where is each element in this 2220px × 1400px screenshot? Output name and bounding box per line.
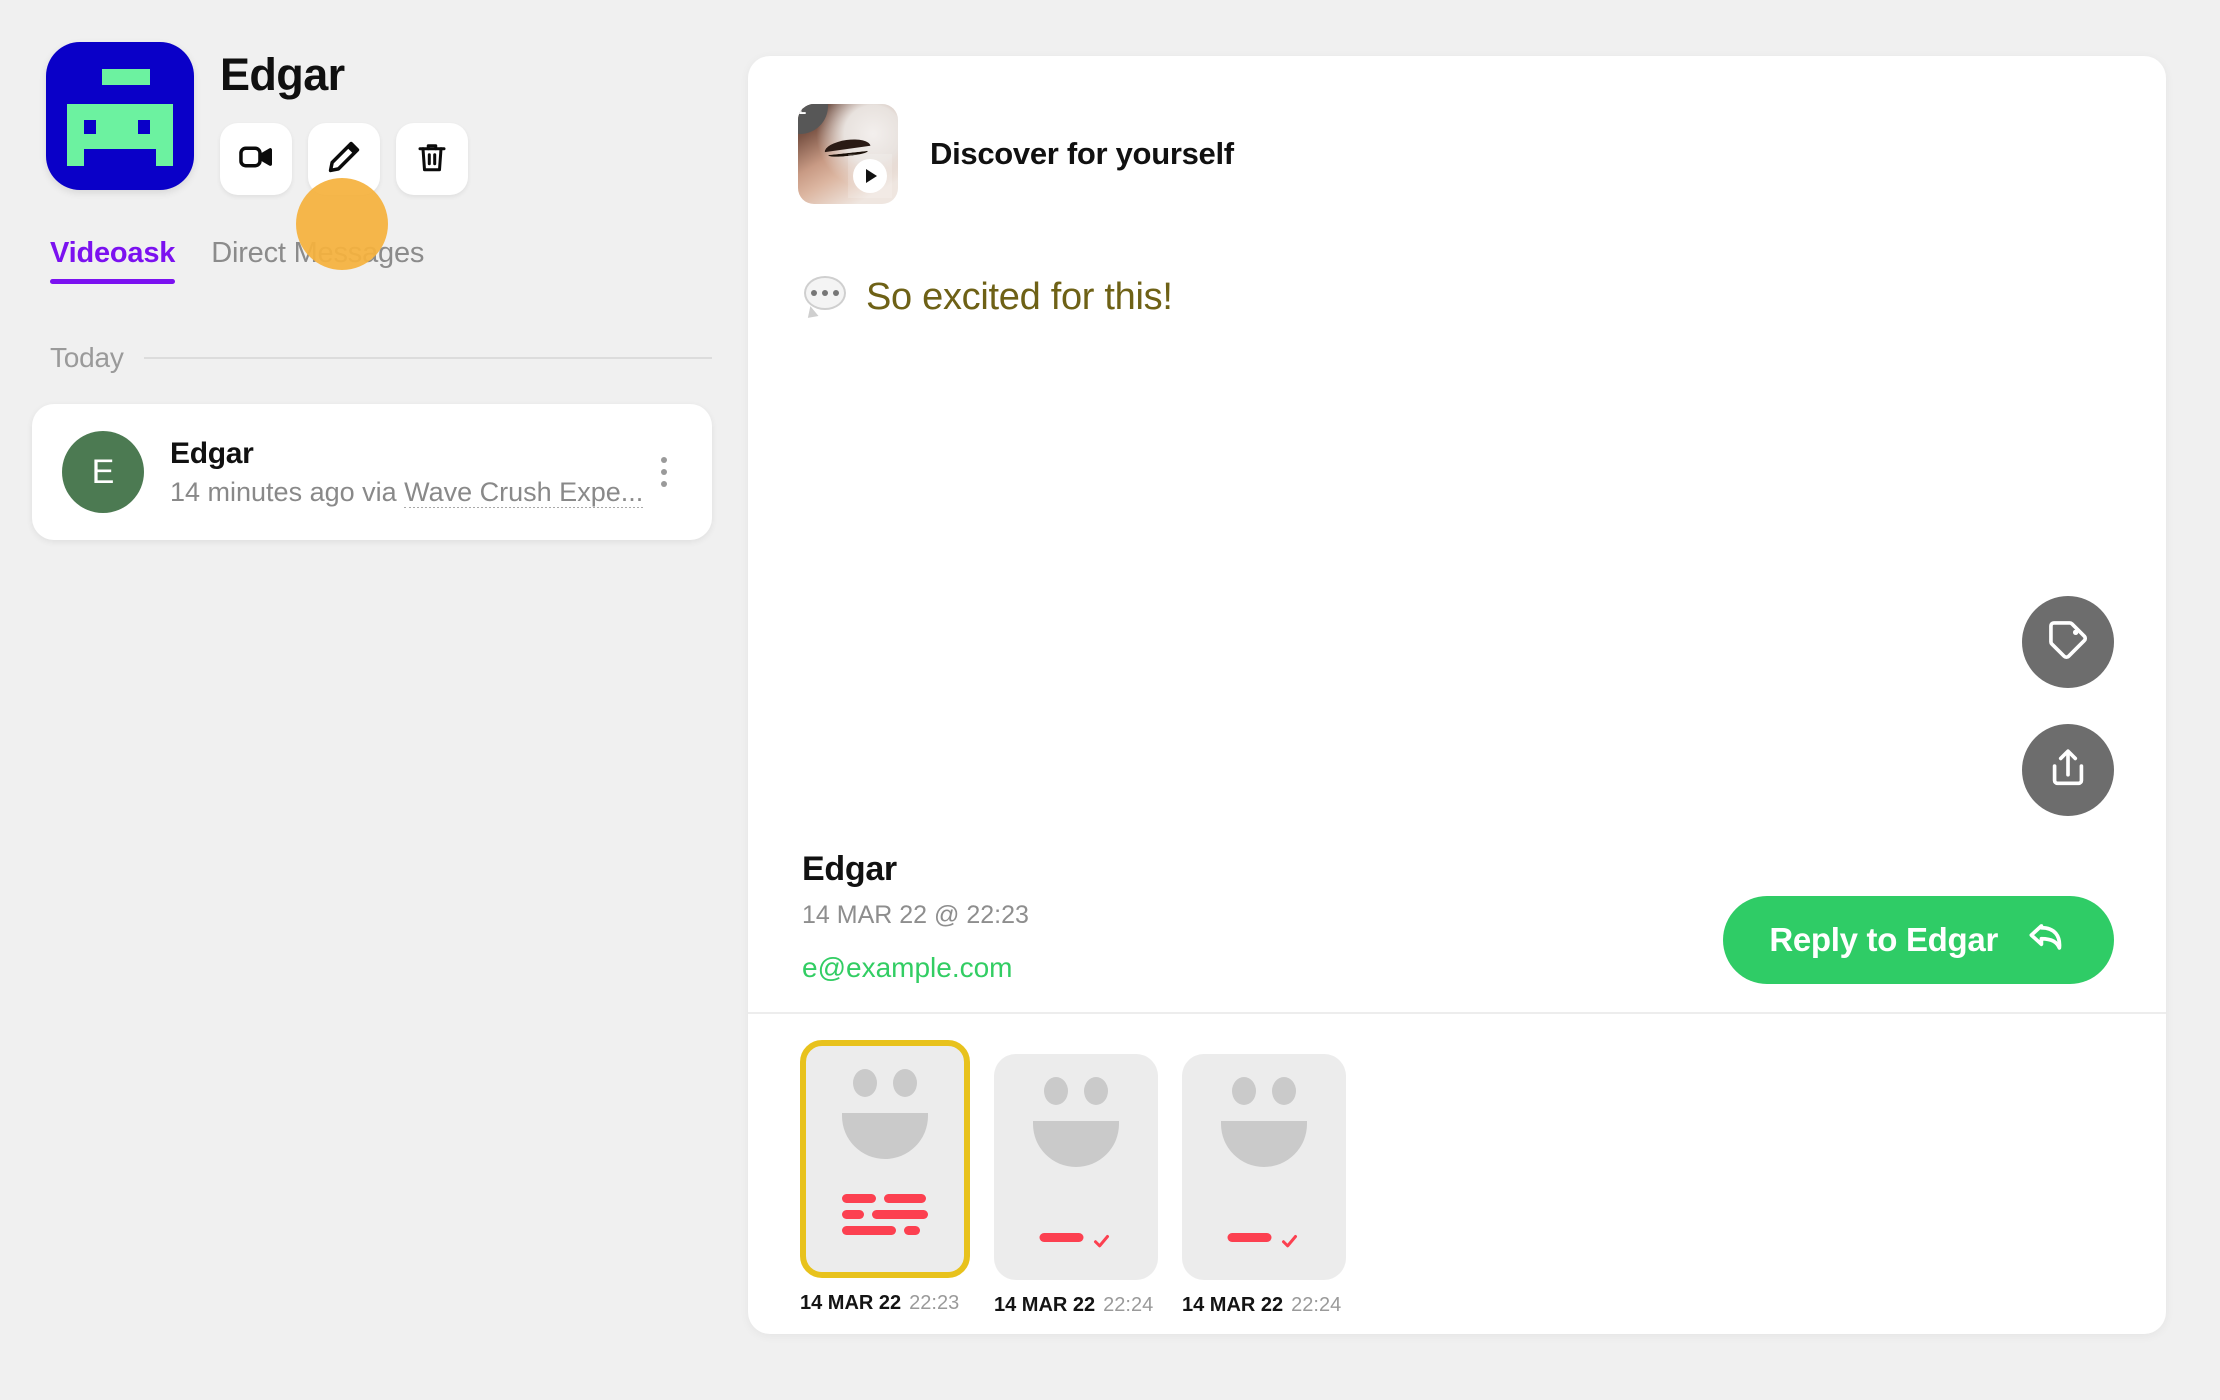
play-button[interactable]	[848, 154, 892, 198]
contact-name: Edgar	[802, 850, 897, 888]
answer-row: So excited for this!	[802, 274, 2166, 320]
sidebar-tabs: Videoask Direct Messages	[46, 237, 748, 284]
sidebar: Edgar Videoask Direct Messages Today E E…	[0, 0, 748, 1400]
thumbnail-card-selected[interactable]	[800, 1040, 970, 1278]
avatar: E	[62, 431, 144, 513]
thumbnail-strip: 14 MAR 22 22:23 14 MAR 22 22:24 14 MAR 2…	[748, 1012, 2166, 1334]
reply-button-label: Reply to Edgar	[1769, 921, 1998, 958]
thumbnail-meta: 14 MAR 22 22:24	[1182, 1294, 1346, 1317]
list-item-text: Edgar 14 minutes ago via Wave Crush Expe…	[170, 437, 644, 508]
video-thumbnail[interactable]: 1	[798, 104, 898, 204]
tab-videoask[interactable]: Videoask	[50, 237, 176, 284]
checklist-check-icon	[1227, 1232, 1301, 1250]
videoask-header: 1 Discover for yourself	[748, 104, 2166, 204]
response-panel: 1 Discover for yourself So excited for t…	[748, 56, 2166, 1334]
day-separator-line	[143, 357, 712, 359]
thumbnail-cell: 14 MAR 22 22:24	[994, 1054, 1158, 1334]
transcript-lines-icon	[842, 1194, 928, 1242]
videoask-title: Discover for yourself	[930, 136, 1234, 171]
panel-top: 1 Discover for yourself So excited for t…	[748, 56, 2166, 1012]
list-item-time: 14 minutes ago via	[170, 476, 405, 507]
videoask-robot-logo	[46, 42, 194, 190]
thumbnail-time: 22:23	[909, 1292, 960, 1314]
reply-button[interactable]: Reply to Edgar	[1723, 896, 2114, 984]
thumbnail-meta: 14 MAR 22 22:24	[994, 1294, 1158, 1317]
thumbnail-date: 14 MAR 22	[1182, 1294, 1284, 1316]
app-root: Edgar Videoask Direct Messages Today E E…	[0, 0, 2220, 1400]
list-item-source[interactable]: Wave Crush Expe...	[404, 476, 644, 508]
reply-arrow-icon	[2024, 914, 2068, 966]
kebab-menu-icon[interactable]	[644, 457, 684, 487]
contact-date: 14 MAR 22 @ 22:23	[802, 901, 1029, 929]
list-item-name: Edgar	[170, 436, 254, 470]
trash-icon	[414, 139, 450, 180]
list-item[interactable]: E Edgar 14 minutes ago via Wave Crush Ex…	[32, 404, 712, 540]
smiley-face-icon	[1182, 1076, 1346, 1167]
sidebar-action-buttons	[220, 123, 468, 195]
thumbnail-card[interactable]	[994, 1054, 1158, 1280]
day-separator-label: Today	[50, 342, 124, 373]
share-icon	[2045, 745, 2091, 796]
thumbnail-date: 14 MAR 22	[800, 1292, 902, 1314]
page-title: Edgar	[220, 49, 345, 100]
answer-text: So excited for this!	[866, 275, 1173, 318]
contact-info: Edgar 14 MAR 22 @ 22:23 e@example.com	[802, 850, 1029, 984]
video-camera-icon	[237, 138, 275, 181]
day-separator: Today	[50, 342, 712, 374]
edit-button[interactable]	[308, 123, 380, 195]
thumbnail-date: 14 MAR 22	[994, 1294, 1096, 1316]
main-area: 1 Discover for yourself So excited for t…	[748, 0, 2220, 1400]
list-item-subtitle: 14 minutes ago via Wave Crush Expe...	[170, 476, 644, 508]
thumbnail-time: 22:24	[1103, 1294, 1154, 1316]
pencil-icon	[325, 138, 363, 181]
brand-row: Edgar	[46, 42, 748, 195]
thumbnail-meta: 14 MAR 22 22:23	[800, 1292, 970, 1315]
smiley-face-icon	[994, 1076, 1158, 1167]
play-icon	[853, 159, 887, 193]
tag-icon	[2045, 617, 2091, 668]
record-video-button[interactable]	[220, 123, 292, 195]
thumbnail-cell: 14 MAR 22 22:23	[800, 1040, 970, 1334]
checklist-check-icon	[1039, 1232, 1113, 1250]
delete-button[interactable]	[396, 123, 468, 195]
tag-button[interactable]	[2022, 596, 2114, 688]
speech-bubble-icon	[802, 274, 848, 320]
floating-action-buttons	[2022, 596, 2114, 816]
share-button[interactable]	[2022, 724, 2114, 816]
thumbnail-cell: 14 MAR 22 22:24	[1182, 1054, 1346, 1334]
smiley-face-icon	[806, 1068, 964, 1159]
tab-direct-messages[interactable]: Direct Messages	[211, 237, 424, 284]
thumbnail-time: 22:24	[1291, 1294, 1342, 1316]
contact-info-row: Edgar 14 MAR 22 @ 22:23 e@example.com Re…	[748, 850, 2166, 984]
thumbnail-card[interactable]	[1182, 1054, 1346, 1280]
brand-right: Edgar	[220, 42, 468, 195]
contact-email[interactable]: e@example.com	[802, 952, 1029, 984]
step-badge: 1	[798, 104, 828, 134]
